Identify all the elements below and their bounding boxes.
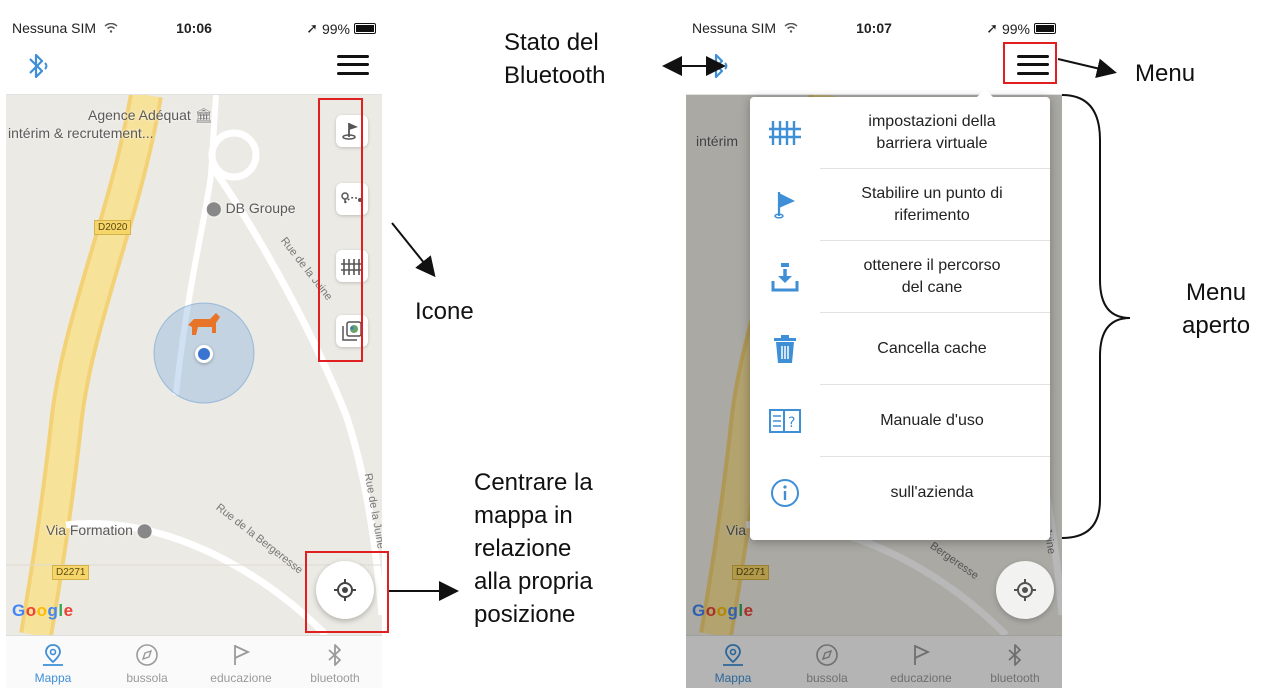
icons-arrow xyxy=(391,222,436,278)
annotation-arrows xyxy=(389,56,1131,601)
annotation-icone: Icone xyxy=(415,298,474,325)
annotation-menu: Menu xyxy=(1135,60,1196,87)
annotation-stato-bluetooth: Stato del Bluetooth xyxy=(504,29,606,90)
annotation-centrare: Centrare la mappa in relazione alla prop… xyxy=(474,469,593,629)
annotation-menu-aperto: Menu aperto xyxy=(1182,279,1251,340)
menu-open-brace xyxy=(1061,94,1131,539)
menu-arrow xyxy=(1057,58,1117,79)
